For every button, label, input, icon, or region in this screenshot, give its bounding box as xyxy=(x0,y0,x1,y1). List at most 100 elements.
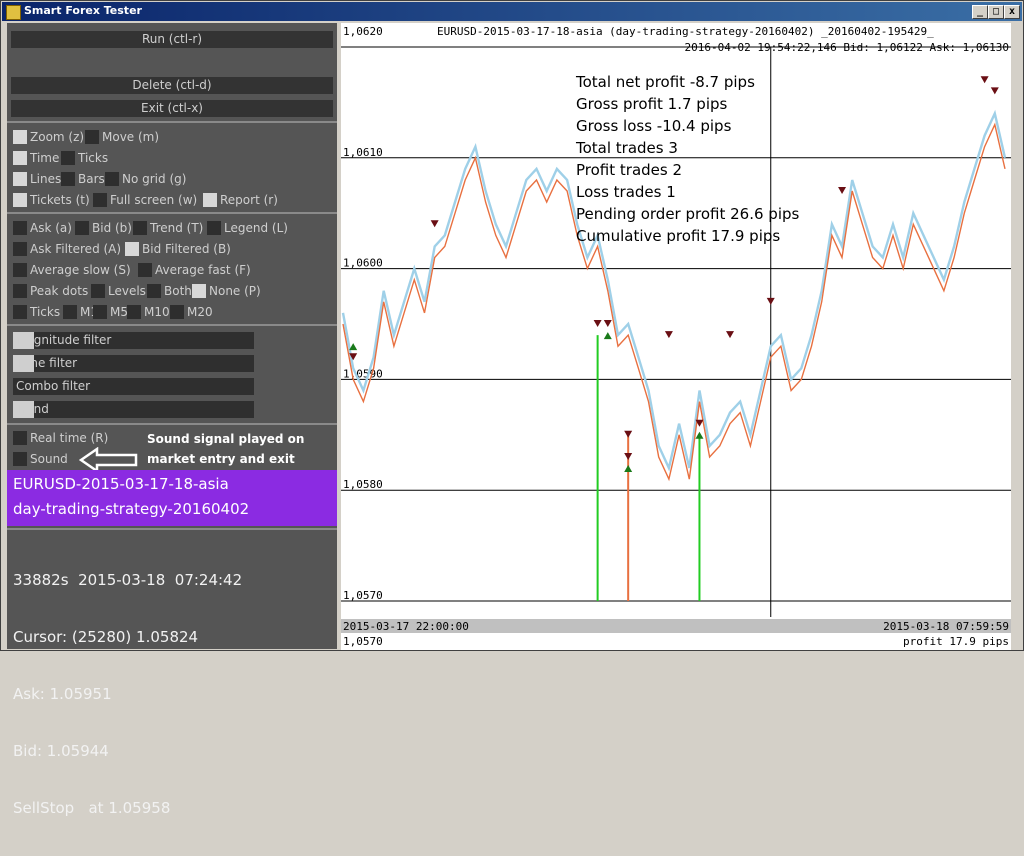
profit-readout: profit 17.9 pips xyxy=(903,635,1009,648)
sell-marker xyxy=(726,331,735,339)
real-time-checkbox[interactable] xyxy=(13,431,27,445)
session-name: EURUSD-2015-03-17-18-asia xyxy=(13,475,229,493)
report-checkbox[interactable] xyxy=(203,193,217,207)
average-fast-checkbox[interactable] xyxy=(138,263,152,277)
tickets-option[interactable]: Tickets (t) xyxy=(13,192,90,208)
stat-profit-trades: Profit trades 2 xyxy=(576,161,683,179)
full-screen-checkbox[interactable] xyxy=(93,193,107,207)
tickets-checkbox[interactable] xyxy=(13,193,27,207)
both-checkbox[interactable] xyxy=(147,284,161,298)
real-time-option[interactable]: Real time (R) xyxy=(13,430,108,446)
lines-checkbox[interactable] xyxy=(13,172,27,186)
m20-checkbox[interactable] xyxy=(170,305,184,319)
y-tick-label: 1,0570 xyxy=(343,589,383,602)
vertical-scrollbar[interactable] xyxy=(1012,23,1022,650)
trend-checkbox[interactable] xyxy=(133,221,147,235)
run-button[interactable]: Run (ctl-r) xyxy=(11,31,333,48)
status-order: SellStop at 1.05958 xyxy=(13,799,171,817)
bottom-price-label: 1,0570 xyxy=(343,635,383,648)
delete-button[interactable]: Delete (ctl-d) xyxy=(11,77,333,94)
move-option[interactable]: Move (m) xyxy=(85,129,159,145)
minimize-icon[interactable]: _ xyxy=(972,5,988,19)
sell-marker xyxy=(624,452,633,460)
peak-dots-option[interactable]: Peak dots xyxy=(13,283,88,299)
stat-gross-profit: Gross profit 1.7 pips xyxy=(576,95,728,113)
buy-marker xyxy=(603,332,612,340)
no-grid-checkbox[interactable] xyxy=(105,172,119,186)
ticks-timeframe-checkbox[interactable] xyxy=(13,305,27,319)
sell-marker xyxy=(603,320,612,327)
average-fast-option[interactable]: Average fast (F) xyxy=(138,262,251,278)
move-checkbox[interactable] xyxy=(85,130,99,144)
average-slow-option[interactable]: Average slow (S) xyxy=(13,262,131,278)
bars-option[interactable]: Bars xyxy=(61,171,105,187)
divider xyxy=(7,212,337,214)
none-option[interactable]: None (P) xyxy=(192,283,261,299)
bid-checkbox[interactable] xyxy=(75,221,89,235)
bid-filtered-option[interactable]: Bid Filtered (B) xyxy=(125,241,231,257)
combo-filter-slider[interactable]: Combo filter xyxy=(13,378,254,395)
divider xyxy=(7,324,337,326)
sound-checkbox[interactable] xyxy=(13,452,27,466)
price-chart[interactable]: 1,0620 EURUSD-2015-03-17-18-asia (day-tr… xyxy=(341,23,1011,650)
peak-dots-checkbox[interactable] xyxy=(13,284,27,298)
zoom-checkbox[interactable] xyxy=(13,130,27,144)
ticks-timeframe-option[interactable]: Ticks xyxy=(13,304,60,320)
lines-option[interactable]: Lines xyxy=(13,171,61,187)
exit-button[interactable]: Exit (ctl-x) xyxy=(11,100,333,117)
end-time: 2015-03-18 07:59:59 xyxy=(883,620,1009,633)
sell-marker xyxy=(593,320,602,327)
sell-marker xyxy=(766,297,775,305)
m5-option[interactable]: M5 xyxy=(93,304,128,320)
zoom-option[interactable]: Zoom (z) xyxy=(13,129,84,145)
time-axis-bar: 2015-03-17 22:00:00 2015-03-18 07:59:59 xyxy=(341,619,1011,633)
levels-option[interactable]: Levels xyxy=(91,283,146,299)
m20-option[interactable]: M20 xyxy=(170,304,213,320)
title-bar[interactable]: Smart Forex Tester _ □ x xyxy=(2,2,1022,21)
stat-gross-loss: Gross loss -10.4 pips xyxy=(576,117,732,135)
y-tick-label: 1,0600 xyxy=(343,257,383,270)
both-option[interactable]: Both xyxy=(147,283,192,299)
bid-filtered-checkbox[interactable] xyxy=(125,242,139,256)
m1-checkbox[interactable] xyxy=(63,305,77,319)
close-icon[interactable]: x xyxy=(1004,5,1020,19)
ticks-checkbox[interactable] xyxy=(61,151,75,165)
sound-option[interactable]: Sound xyxy=(13,451,68,467)
start-time: 2015-03-17 22:00:00 xyxy=(343,620,469,633)
no-grid-option[interactable]: No grid (g) xyxy=(105,171,186,187)
bars-checkbox[interactable] xyxy=(61,172,75,186)
sell-marker xyxy=(990,87,999,95)
full-screen-option[interactable]: Full screen (w) xyxy=(93,192,197,208)
time-checkbox[interactable] xyxy=(13,151,27,165)
time-filter-slider[interactable]: Time filter xyxy=(13,355,254,372)
m10-option[interactable]: M10 xyxy=(127,304,170,320)
status-ask: Ask: 1.05951 xyxy=(13,685,112,703)
average-slow-checkbox[interactable] xyxy=(13,263,27,277)
time-option[interactable]: Time xyxy=(13,150,59,166)
magnitude-filter-slider[interactable]: Magnitude filter xyxy=(13,332,254,349)
trend-filter-slider[interactable]: Trend xyxy=(13,401,254,418)
levels-checkbox[interactable] xyxy=(91,284,105,298)
trend-option[interactable]: Trend (T) xyxy=(133,220,203,236)
report-option[interactable]: Report (r) xyxy=(203,192,278,208)
performance-stats: Total net profit -8.7 pips Gross profit … xyxy=(576,71,799,247)
y-tick-label: 1,0580 xyxy=(343,478,383,491)
bid-option[interactable]: Bid (b) xyxy=(75,220,132,236)
m5-checkbox[interactable] xyxy=(93,305,107,319)
ask-filtered-checkbox[interactable] xyxy=(13,242,27,256)
ask-filtered-option[interactable]: Ask Filtered (A) xyxy=(13,241,121,257)
m10-checkbox[interactable] xyxy=(127,305,141,319)
maximize-icon[interactable]: □ xyxy=(988,5,1004,19)
divider xyxy=(7,121,337,123)
ask-option[interactable]: Ask (a) xyxy=(13,220,72,236)
legend-checkbox[interactable] xyxy=(207,221,221,235)
sound-annotation: Sound signal played on market entry and … xyxy=(147,432,305,466)
status-panel: 33882s 2015-03-18 07:24:42 Cursor: (2528… xyxy=(13,533,242,856)
none-checkbox[interactable] xyxy=(192,284,206,298)
ask-checkbox[interactable] xyxy=(13,221,27,235)
stat-net-profit: Total net profit -8.7 pips xyxy=(576,73,755,91)
sell-marker xyxy=(980,76,989,84)
sell-marker xyxy=(624,430,633,438)
ticks-option[interactable]: Ticks xyxy=(61,150,108,166)
legend-option[interactable]: Legend (L) xyxy=(207,220,288,236)
